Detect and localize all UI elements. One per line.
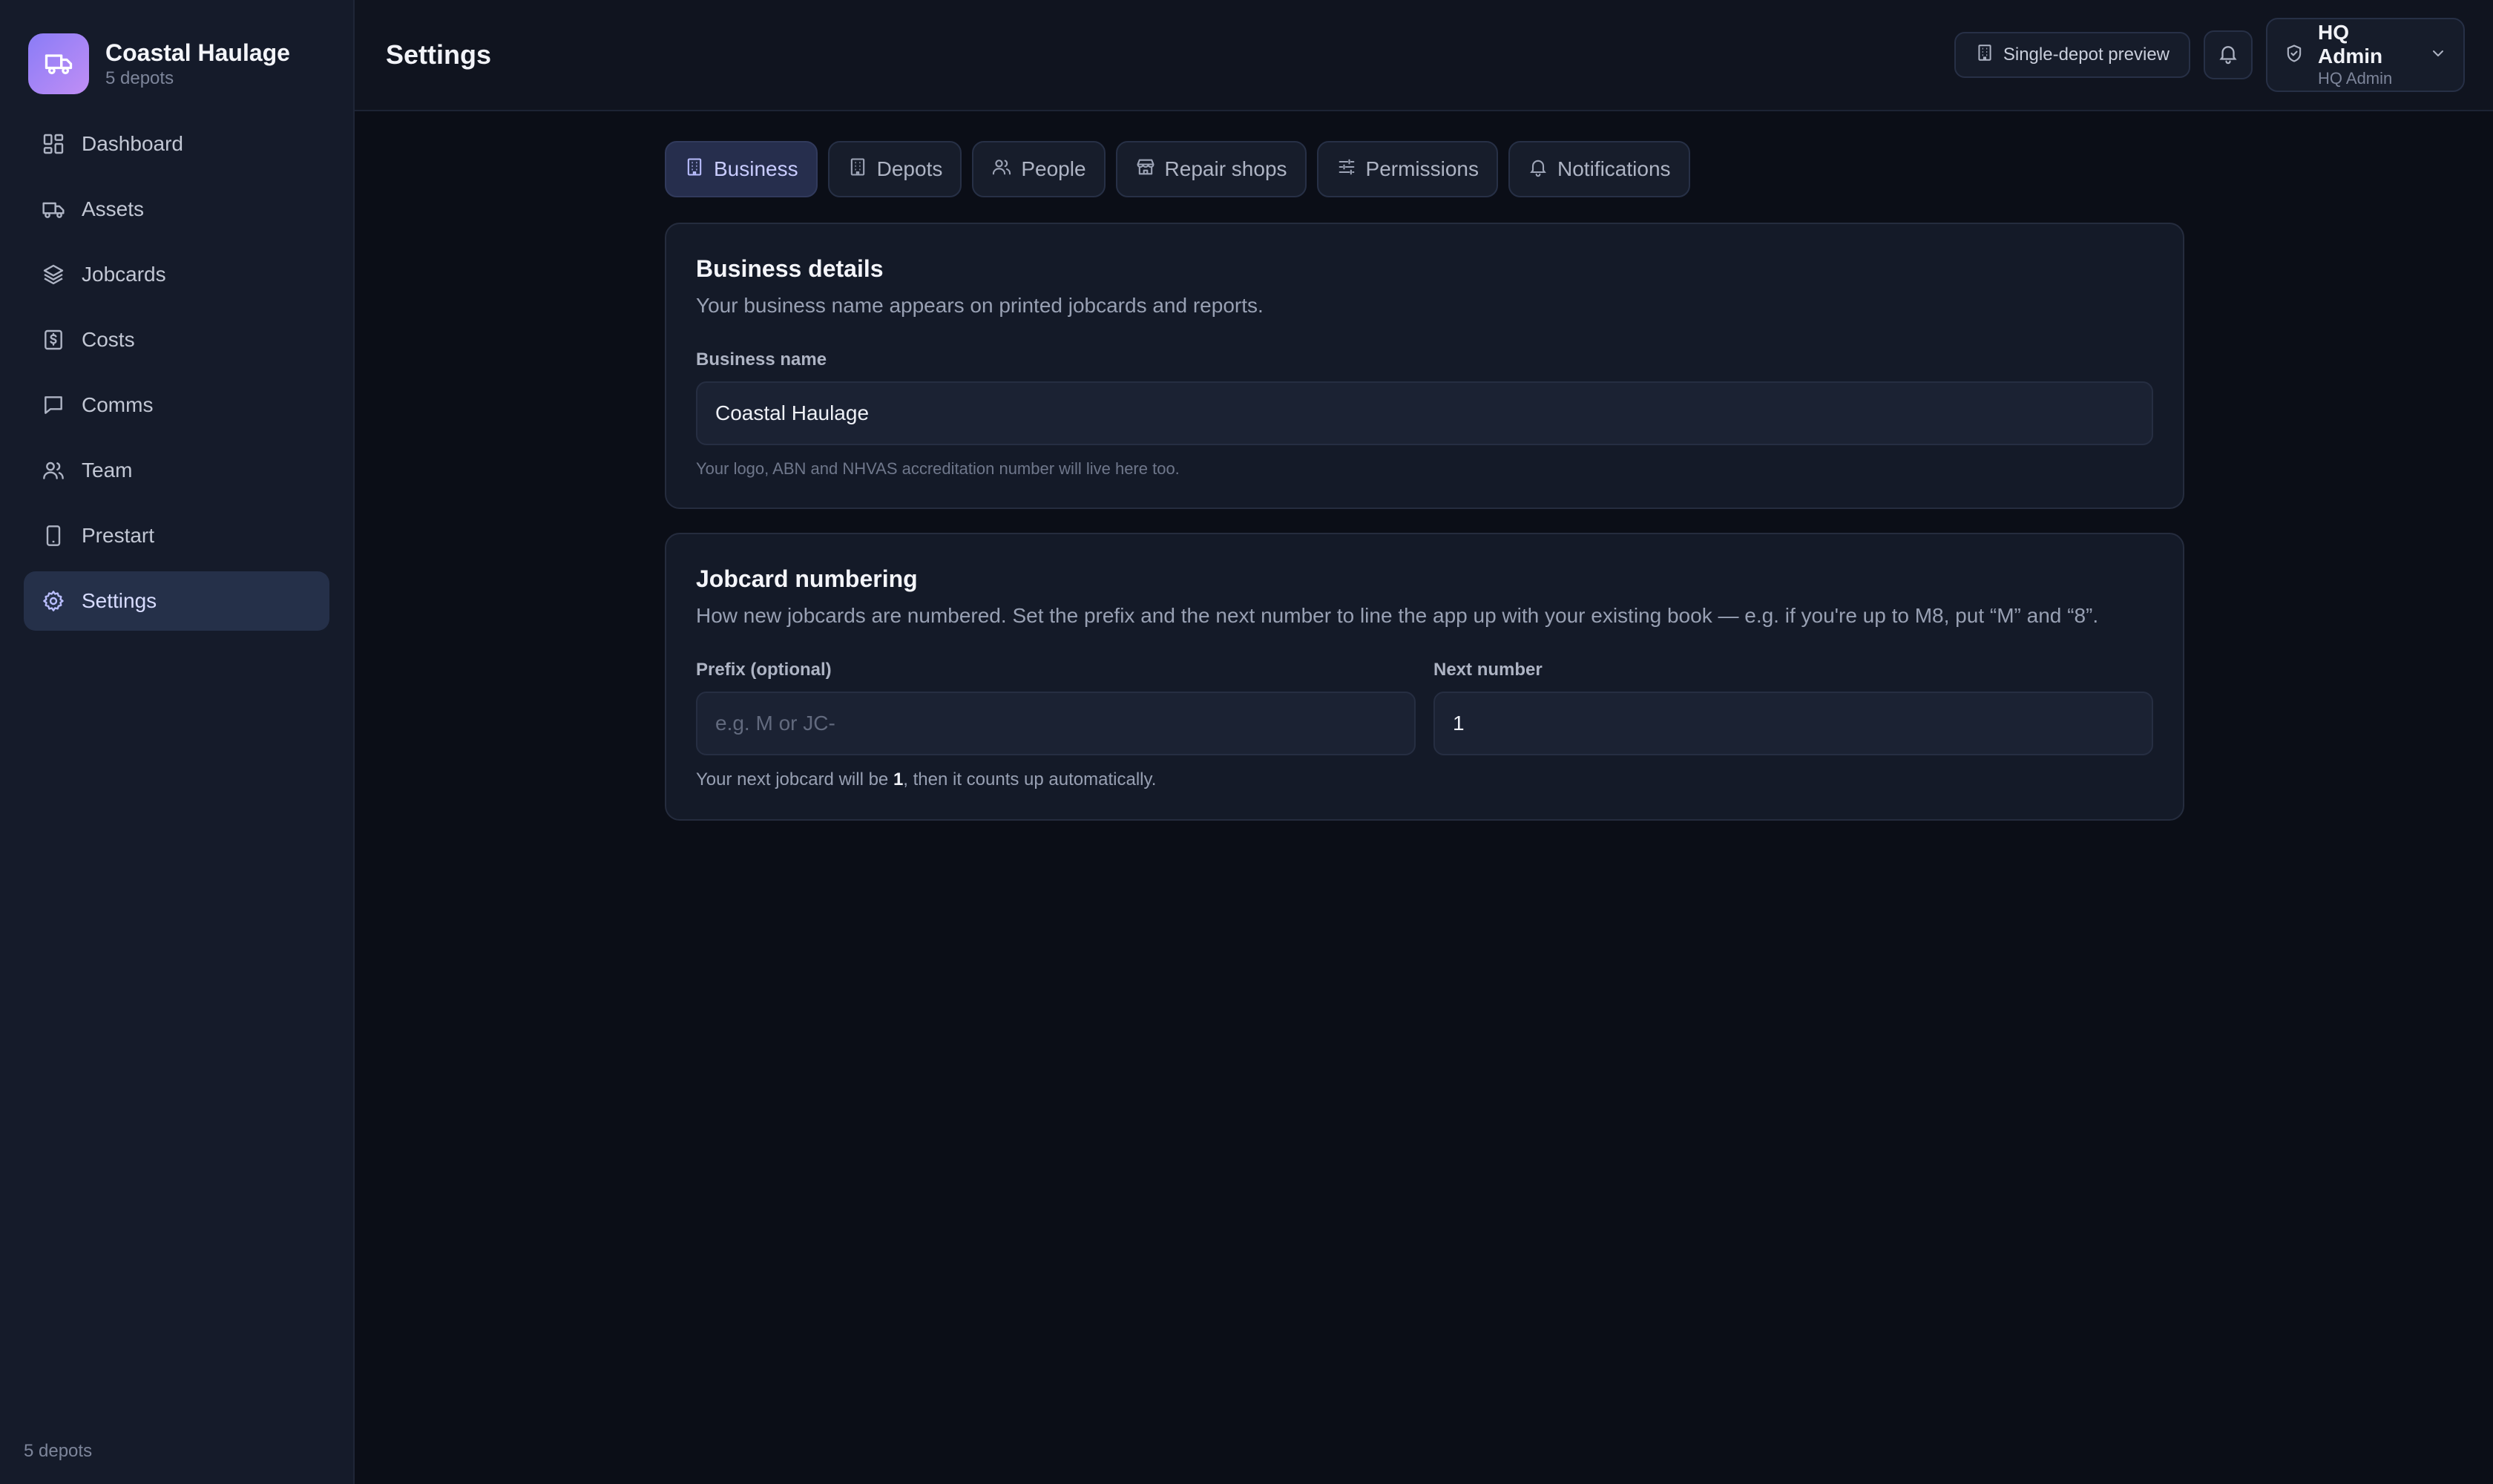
- dashboard-icon: [40, 131, 67, 157]
- sidebar-item-team[interactable]: Team: [24, 441, 329, 500]
- sidebar-item-label: Dashboard: [82, 132, 183, 155]
- preview-text-after: , then it counts up automatically.: [903, 769, 1157, 789]
- topbar: Settings Single-depot preview HQ Admin H…: [355, 0, 2493, 111]
- business-name-input[interactable]: [696, 381, 2153, 445]
- building-icon: [684, 157, 705, 183]
- dollar-receipt-icon: [40, 326, 67, 353]
- preview-text-before: Your next jobcard will be: [696, 769, 893, 789]
- tab-label: Notifications: [1557, 157, 1671, 180]
- message-icon: [40, 392, 67, 418]
- sidebar-item-label: Team: [82, 459, 133, 482]
- users-icon: [40, 457, 67, 484]
- business-details-card: Business details Your business name appe…: [665, 223, 2184, 509]
- card-title: Business details: [696, 255, 884, 282]
- sidebar-item-jobcards[interactable]: Jobcards: [24, 245, 329, 304]
- card-title: Jobcard numbering: [696, 565, 918, 592]
- jobcard-numbering-card: Jobcard numbering How new jobcards are n…: [665, 533, 2184, 821]
- tab-business[interactable]: Business: [665, 141, 818, 197]
- sidebar-item-label: Settings: [82, 589, 157, 612]
- sidebar-item-prestart[interactable]: Prestart: [24, 506, 329, 565]
- sidebar-item-label: Comms: [82, 393, 154, 416]
- tab-permissions[interactable]: Permissions: [1316, 141, 1498, 197]
- topbar-actions: Single-depot preview HQ Admin HQ Admin: [1954, 18, 2465, 92]
- app-root: Coastal Haulage 5 depots Dashboard Asset…: [0, 0, 2493, 1484]
- user-role: HQ Admin: [2318, 69, 2393, 88]
- tab-label: People: [1021, 157, 1086, 180]
- layers-icon: [40, 261, 67, 288]
- brand-name: Coastal Haulage: [105, 39, 290, 66]
- card-description: Your business name appears on printed jo…: [696, 294, 1264, 317]
- business-name-label: Business name: [696, 349, 827, 370]
- tab-label: Depots: [876, 157, 943, 180]
- sidebar-item-costs[interactable]: Costs: [24, 310, 329, 370]
- next-jobcard-preview: Your next jobcard will be 1, then it cou…: [696, 769, 2153, 791]
- tab-label: Repair shops: [1164, 157, 1287, 180]
- brand-subtitle: 5 depots: [105, 68, 174, 88]
- settings-content: Business Depots People Repair shops Perm…: [665, 141, 2184, 821]
- tab-people[interactable]: People: [972, 141, 1106, 197]
- sidebar-item-comms[interactable]: Comms: [24, 375, 329, 435]
- tab-notifications[interactable]: Notifications: [1508, 141, 1690, 197]
- shield-icon: [2284, 43, 2305, 68]
- sidebar-item-settings[interactable]: Settings: [24, 571, 329, 631]
- next-number-input[interactable]: [1433, 692, 2153, 755]
- brand[interactable]: Coastal Haulage 5 depots: [0, 0, 353, 105]
- sidebar-item-assets[interactable]: Assets: [24, 180, 329, 239]
- users-icon: [991, 157, 1012, 183]
- gear-icon: [40, 588, 67, 614]
- tab-depots[interactable]: Depots: [827, 141, 962, 197]
- sidebar-item-dashboard[interactable]: Dashboard: [24, 114, 329, 174]
- user-menu-button[interactable]: HQ Admin HQ Admin: [2266, 18, 2465, 92]
- prefix-input[interactable]: [696, 692, 1416, 755]
- bell-icon: [2217, 42, 2239, 68]
- building-icon: [1975, 43, 1994, 68]
- truck-icon: [40, 196, 67, 223]
- settings-tabs: Business Depots People Repair shops Perm…: [665, 141, 2184, 197]
- single-depot-preview-button[interactable]: Single-depot preview: [1954, 32, 2190, 78]
- building-icon: [847, 157, 868, 183]
- preview-number: 1: [893, 769, 904, 789]
- user-name: HQ Admin: [2318, 21, 2383, 68]
- main-area: Settings Single-depot preview HQ Admin H…: [355, 0, 2493, 1484]
- notifications-button[interactable]: [2204, 30, 2253, 79]
- chevron-down-icon: [2429, 45, 2447, 66]
- phone-icon: [40, 522, 67, 549]
- business-hint: Your logo, ABN and NHVAS accreditation n…: [696, 459, 1180, 478]
- tab-label: Business: [714, 157, 798, 180]
- sidebar: Coastal Haulage 5 depots Dashboard Asset…: [0, 0, 355, 1484]
- preview-label: Single-depot preview: [2003, 45, 2170, 65]
- page-title: Settings: [386, 39, 492, 70]
- sidebar-item-label: Costs: [82, 328, 135, 351]
- tab-label: Permissions: [1365, 157, 1479, 180]
- card-description: How new jobcards are numbered. Set the p…: [696, 604, 2099, 627]
- sidebar-footer: 5 depots: [24, 1441, 93, 1461]
- sidebar-nav: Dashboard Assets Jobcards Costs Comms Te…: [0, 114, 353, 631]
- next-number-label: Next number: [1433, 660, 1543, 680]
- sliders-icon: [1336, 157, 1357, 183]
- sidebar-item-label: Jobcards: [82, 263, 166, 286]
- bell-icon: [1528, 157, 1548, 183]
- truck-logo-icon: [28, 33, 89, 94]
- tab-repair-shops[interactable]: Repair shops: [1115, 141, 1307, 197]
- sidebar-item-label: Assets: [82, 197, 145, 220]
- prefix-label: Prefix (optional): [696, 660, 832, 680]
- sidebar-item-label: Prestart: [82, 524, 155, 547]
- store-icon: [1135, 157, 1156, 183]
